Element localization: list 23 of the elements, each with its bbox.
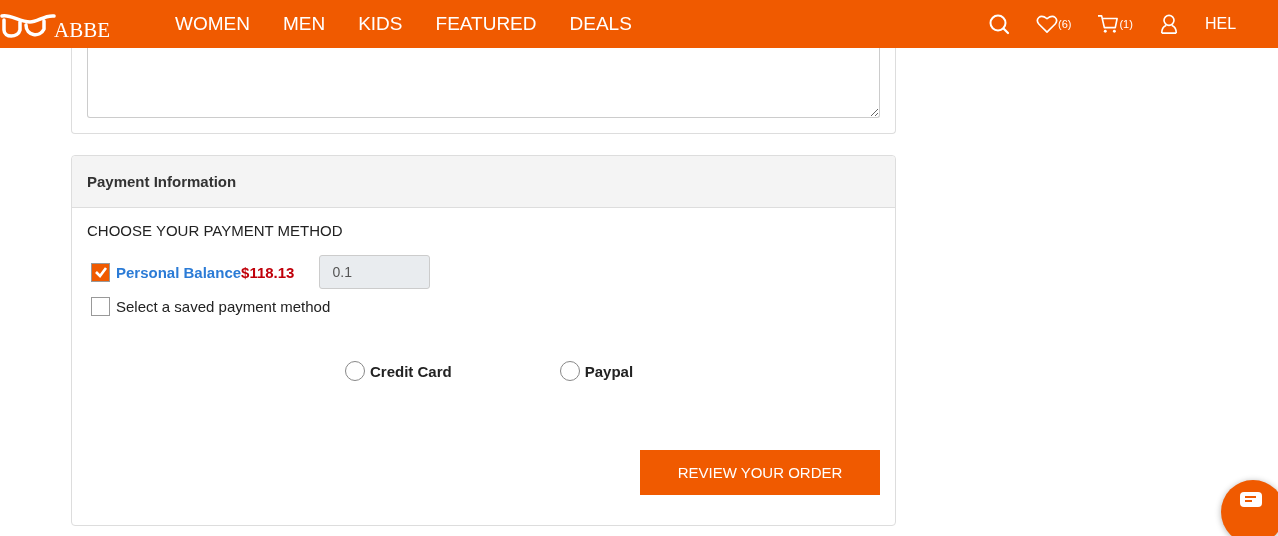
search-icon[interactable] (988, 13, 1010, 35)
checkbox[interactable] (91, 262, 110, 282)
payment-method-option[interactable]: Credit Card (345, 361, 452, 381)
saved-method-label: Select a saved payment method (116, 298, 331, 315)
cart-link[interactable]: (1) (1097, 14, 1133, 34)
payment-heading: CHOOSE YOUR PAYMENT METHOD (87, 222, 344, 239)
logo[interactable]: ABBE (0, 6, 150, 42)
chat-icon (1239, 491, 1263, 509)
payment-title: Payment Information (87, 173, 237, 190)
chat-button[interactable] (1221, 480, 1278, 536)
user-icon[interactable] (1158, 14, 1179, 34)
nav-link[interactable]: FEATURED (435, 13, 537, 35)
comments-field[interactable] (87, 48, 880, 118)
nav-link[interactable]: DEALS (569, 13, 632, 35)
review-order-button[interactable]: REVIEW YOUR ORDER (640, 450, 880, 495)
payment-method-option[interactable]: Paypal (559, 361, 634, 381)
nav-link[interactable]: MEN (282, 13, 326, 35)
balance-label: Personal Balance$118.13 (116, 263, 295, 281)
nav-link[interactable]: KIDS (358, 13, 403, 35)
logo-text: ABBE (54, 18, 110, 42)
account-link[interactable]: HEL (1204, 15, 1237, 33)
checkbox[interactable] (91, 297, 110, 316)
nav-link[interactable]: WOMEN (175, 13, 250, 35)
